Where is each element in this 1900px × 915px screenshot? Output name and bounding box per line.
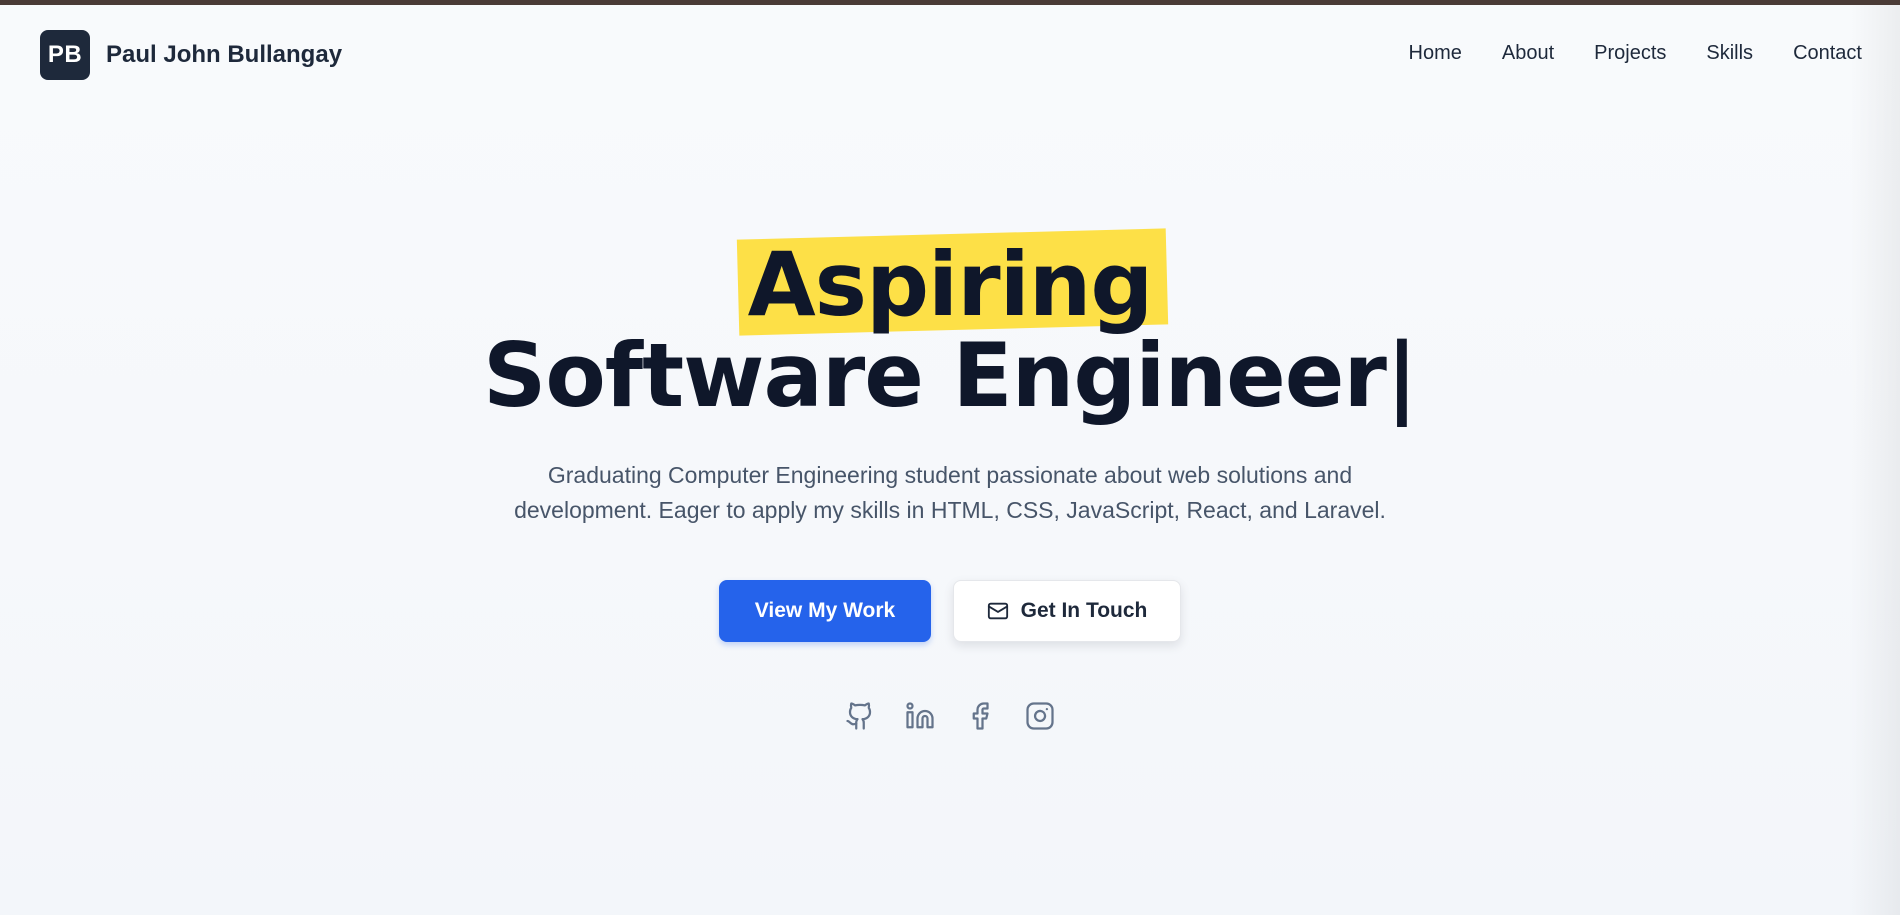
site-header: PB Paul John Bullangay Home About Projec… — [0, 5, 1900, 105]
hero-title-line1: Aspiring — [736, 228, 1168, 336]
social-links — [0, 700, 1900, 732]
instagram-icon[interactable] — [1024, 700, 1056, 732]
mail-icon — [987, 600, 1009, 622]
nav-skills[interactable]: Skills — [1706, 42, 1753, 65]
main-nav: Home About Projects Skills Contact — [1409, 42, 1862, 65]
hero-description-line1: Graduating Computer Engineering student … — [547, 462, 1353, 488]
nav-contact[interactable]: Contact — [1793, 42, 1862, 65]
site-owner-name: Paul John Bullangay — [106, 41, 343, 68]
logo-badge: PB — [40, 30, 90, 80]
linkedin-icon[interactable] — [904, 700, 936, 732]
nav-home[interactable]: Home — [1409, 42, 1462, 65]
typing-caret: | — [1385, 324, 1418, 427]
get-in-touch-label: Get In Touch — [1020, 599, 1148, 622]
hero-description-line2: development. Eager to apply my skills in… — [514, 497, 1386, 523]
facebook-icon[interactable] — [964, 700, 996, 732]
get-in-touch-button[interactable]: Get In Touch — [953, 580, 1181, 642]
view-my-work-button[interactable]: View My Work — [719, 580, 931, 642]
brand-link[interactable]: PB Paul John Bullangay — [40, 30, 342, 80]
hero-title-line2: Software Engineer| — [0, 330, 1900, 422]
hero-title-role: Software Engineer — [482, 324, 1387, 427]
hero-description: Graduating Computer Engineering student … — [400, 458, 1500, 528]
cta-buttons: View My Work Get In Touch — [0, 580, 1900, 642]
hero-title: Aspiring Software Engineer| — [0, 228, 1900, 422]
nav-projects[interactable]: Projects — [1594, 42, 1666, 65]
nav-about[interactable]: About — [1502, 42, 1554, 65]
edge-shadow — [1850, 5, 1900, 915]
github-icon[interactable] — [844, 700, 876, 732]
